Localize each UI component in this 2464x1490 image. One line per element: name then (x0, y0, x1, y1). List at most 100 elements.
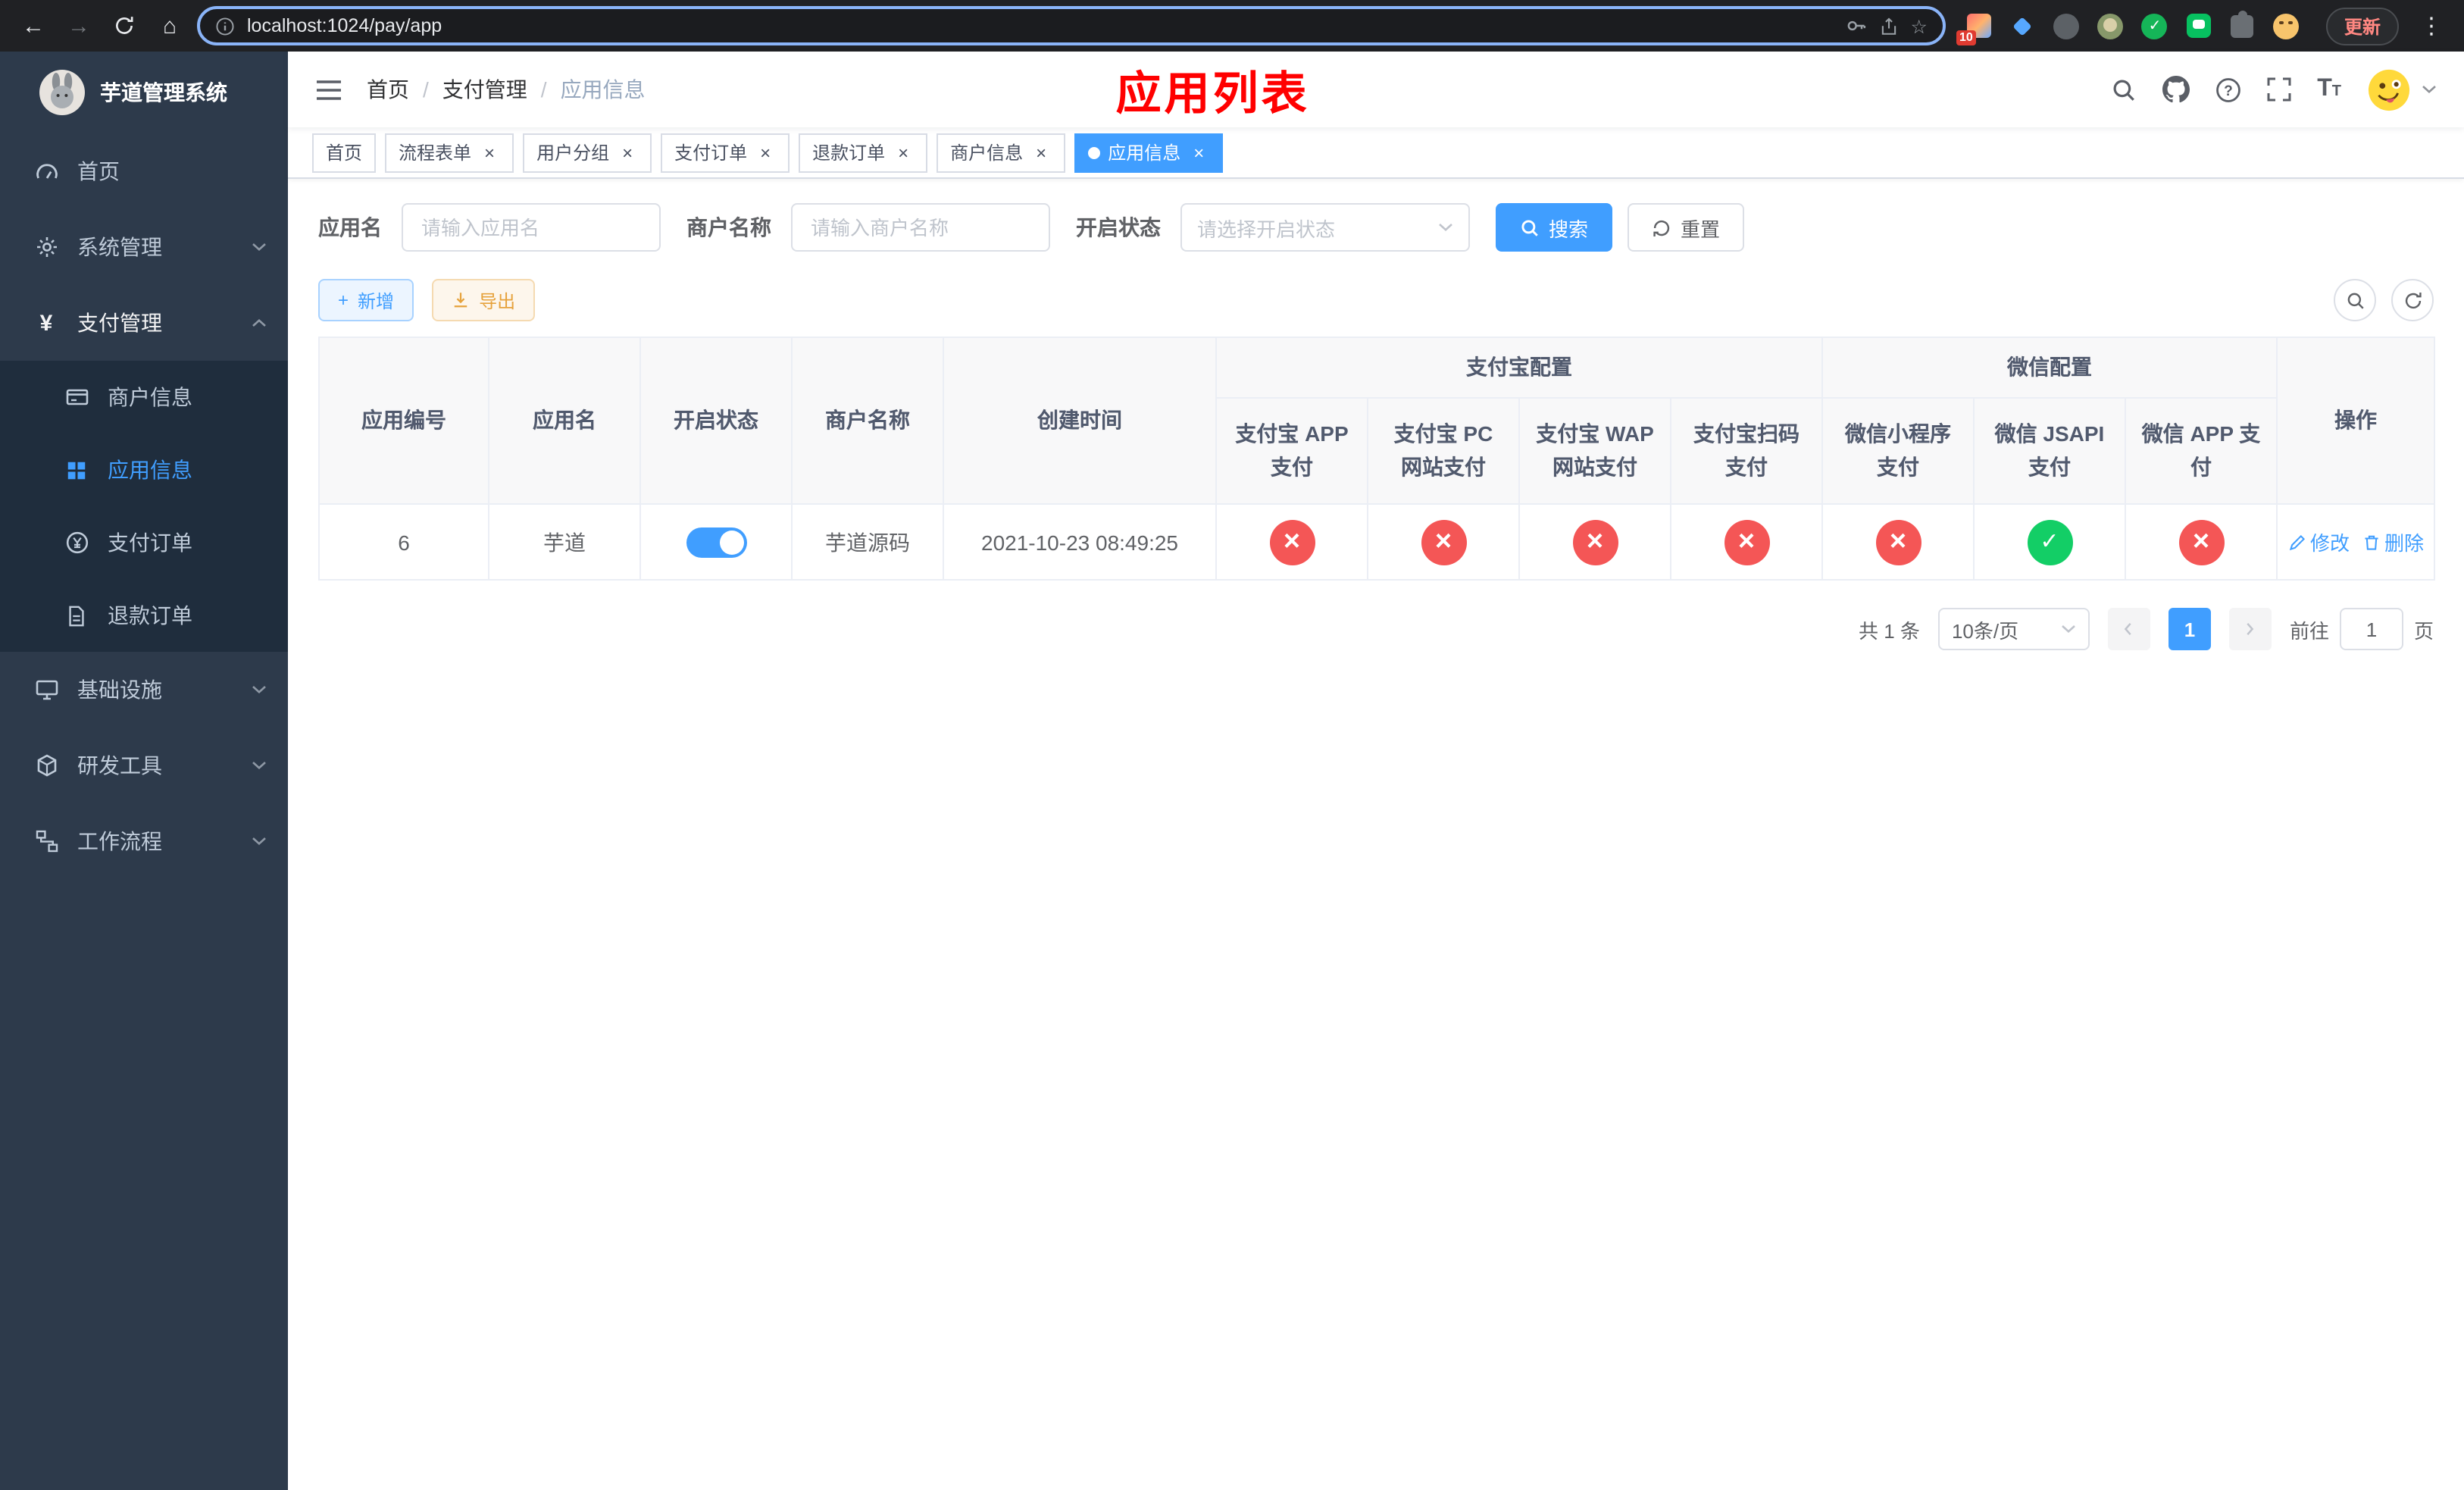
group-header-wechat: 微信配置 (1821, 337, 2278, 399)
extension-green-check-icon[interactable]: ✓ (2140, 11, 2170, 41)
extension-wechat-icon[interactable] (2184, 11, 2214, 41)
tab-close-icon[interactable]: × (755, 142, 776, 163)
browser-refresh-icon[interactable] (106, 8, 142, 44)
total-count: 共 1 条 (1859, 619, 1920, 642)
grid-icon (64, 459, 89, 481)
add-button[interactable]: + 新增 (318, 279, 414, 321)
dashboard-icon (33, 159, 59, 183)
sidebar-item-pay-order[interactable]: 支付订单 (0, 506, 288, 579)
tab-merchant-info[interactable]: 商户信息 × (937, 133, 1066, 172)
breadcrumb-home[interactable]: 首页 (367, 74, 409, 105)
sidebar-item-app-info[interactable]: 应用信息 (0, 434, 288, 506)
col-header-created: 创建时间 (943, 337, 1217, 505)
prev-page-button[interactable] (2107, 608, 2150, 650)
tab-refund-order[interactable]: 退款订单 × (799, 133, 928, 172)
search-button[interactable]: 搜索 (1496, 203, 1613, 252)
browser-back-icon[interactable]: ← (15, 8, 52, 44)
chevron-down-icon (252, 837, 267, 846)
tab-close-icon[interactable]: × (479, 142, 500, 163)
breadcrumb-payment[interactable]: 支付管理 (442, 74, 527, 105)
col-header-wx-mini: 微信小程序支付 (1821, 397, 1975, 505)
address-bar[interactable]: localhost:1024/pay/app ☆ (197, 6, 1946, 45)
sidebar-item-home[interactable]: 首页 (0, 133, 288, 209)
extensions-puzzle-icon[interactable] (2228, 10, 2258, 41)
browser-home-icon[interactable]: ⌂ (152, 8, 188, 44)
status-toggle[interactable] (686, 527, 746, 557)
chevron-left-icon (2125, 622, 2132, 636)
cube-icon (33, 753, 59, 778)
chevron-down-icon (252, 685, 267, 694)
sidebar-item-refund-order[interactable]: 退款订单 (0, 579, 288, 652)
chevron-down-icon (1439, 224, 1452, 231)
download-icon (454, 293, 467, 308)
tab-app-info-active[interactable]: 应用信息 × (1074, 133, 1224, 172)
browser-chrome: ← → ⌂ localhost:1024/pay/app ☆ 10 ✓ 更新 ⋮ (0, 0, 2464, 52)
browser-menu-icon[interactable]: ⋮ (2414, 12, 2449, 39)
sidebar-item-merchant-info[interactable]: 商户信息 (0, 361, 288, 434)
edit-link[interactable]: 修改 (2287, 527, 2350, 556)
sidebar-logo[interactable]: 芋道管理系统 (0, 52, 288, 133)
app-name-label: 应用名 (318, 215, 382, 239)
search-icon[interactable] (2111, 77, 2137, 102)
help-icon[interactable]: ? (2215, 77, 2241, 102)
tab-close-icon[interactable]: × (1188, 142, 1209, 163)
user-avatar[interactable] (2367, 67, 2437, 111)
sidebar-item-dev-tools[interactable]: 研发工具 (0, 728, 288, 803)
col-header-alipay-app: 支付宝 APP 支付 (1215, 397, 1368, 505)
current-page-button[interactable]: 1 (2168, 608, 2211, 650)
col-header-merchant: 商户名称 (791, 337, 944, 505)
extension-gem-icon[interactable] (2008, 11, 2038, 41)
sidebar-item-payment[interactable]: ¥ 支付管理 (0, 285, 288, 361)
page-suffix: 页 (2413, 619, 2434, 642)
export-button[interactable]: 导出 (432, 279, 536, 321)
tab-close-icon[interactable]: × (1030, 142, 1052, 163)
pagination: 共 1 条 10条/页 1 前往 页 (318, 608, 2434, 650)
merchant-name-input[interactable] (791, 203, 1050, 252)
credit-card-icon (64, 385, 89, 409)
font-size-icon[interactable]: TT (2317, 76, 2341, 103)
tab-user-group[interactable]: 用户分组 × (523, 133, 652, 172)
toggle-search-button[interactable] (2334, 279, 2376, 321)
delete-link[interactable]: 删除 (2362, 527, 2424, 556)
browser-forward-icon[interactable]: → (61, 8, 97, 44)
merchant-name-label: 商户名称 (686, 215, 771, 239)
status-select[interactable]: 请选择开启状态 (1180, 203, 1470, 252)
table-row: 6 芋道 芋道源码 2021-10-23 08:49:25 × × × × × … (318, 503, 2436, 581)
share-icon[interactable] (1879, 16, 1899, 36)
tab-home[interactable]: 首页 (312, 133, 377, 172)
fullscreen-icon[interactable] (2267, 77, 2291, 102)
profile-avatar-icon[interactable] (2272, 11, 2302, 41)
tab-pay-order[interactable]: 支付订单 × (661, 133, 790, 172)
sidebar-item-system[interactable]: 系统管理 (0, 209, 288, 285)
sidebar-item-infra[interactable]: 基础设施 (0, 652, 288, 728)
chevron-down-icon (2422, 86, 2436, 93)
goto-page-input[interactable] (2339, 608, 2403, 650)
tab-process-form[interactable]: 流程表单 × (385, 133, 514, 172)
col-header-wx-jsapi: 微信 JSAPI 支付 (1973, 397, 2126, 505)
tab-close-icon[interactable]: × (617, 142, 638, 163)
group-header-alipay: 支付宝配置 (1215, 337, 1823, 399)
extension-avatar-icon[interactable] (2096, 11, 2126, 41)
refresh-table-button[interactable] (2391, 279, 2434, 321)
monitor-icon (33, 678, 59, 702)
extension-grid-icon[interactable]: 10 (1956, 11, 1994, 45)
site-info-icon[interactable] (215, 16, 235, 36)
alipay-qr-status-icon (1724, 519, 1769, 565)
sidebar-item-workflow[interactable]: 工作流程 (0, 803, 288, 879)
chrome-update-button[interactable]: 更新 (2325, 7, 2399, 45)
github-icon[interactable] (2162, 76, 2190, 103)
chevron-down-icon (2062, 625, 2075, 633)
app-name-input[interactable] (402, 203, 661, 252)
page-size-select[interactable]: 10条/页 (1937, 608, 2090, 650)
hamburger-icon[interactable] (315, 78, 342, 101)
col-header-id: 应用编号 (318, 337, 489, 505)
extension-dark-icon[interactable] (2052, 11, 2082, 41)
table-toolbar: + 新增 导出 (318, 279, 2434, 321)
tab-close-icon[interactable]: × (893, 142, 914, 163)
bookmark-star-icon[interactable]: ☆ (1911, 14, 1928, 37)
next-page-button[interactable] (2228, 608, 2272, 650)
col-header-alipay-pc: 支付宝 PC 网站支付 (1367, 397, 1520, 505)
col-header-alipay-qr: 支付宝扫码支付 (1670, 397, 1823, 505)
password-key-icon[interactable] (1846, 15, 1867, 36)
reset-button[interactable]: 重置 (1628, 203, 1745, 252)
